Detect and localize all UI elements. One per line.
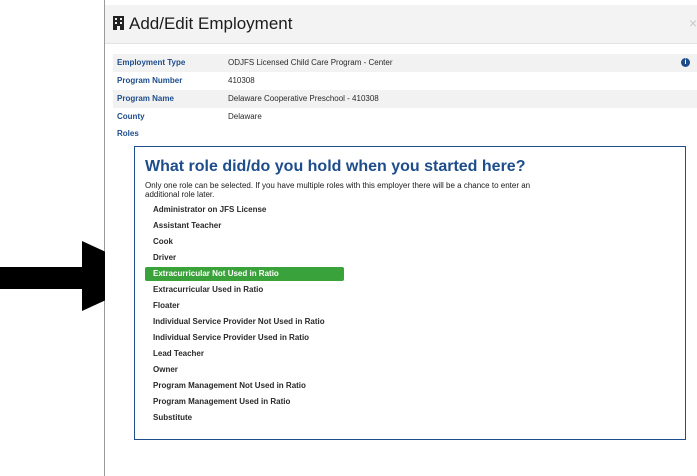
- role-option[interactable]: Substitute: [145, 411, 344, 425]
- role-option[interactable]: Program Management Not Used in Ratio: [145, 379, 344, 393]
- role-option-selected[interactable]: Extracurricular Not Used in Ratio: [145, 267, 344, 281]
- detail-label: Employment Type: [117, 58, 186, 67]
- detail-value: Delaware: [228, 112, 262, 121]
- info-icon[interactable]: i: [681, 58, 690, 67]
- role-option[interactable]: Floater: [145, 299, 344, 313]
- building-icon: [113, 16, 124, 30]
- role-option[interactable]: Driver: [145, 251, 344, 265]
- role-help-text: Only one role can be selected. If you ha…: [145, 181, 531, 199]
- detail-label: Program Number: [117, 76, 183, 85]
- close-button[interactable]: ×: [689, 15, 697, 31]
- role-option[interactable]: Assistant Teacher: [145, 219, 344, 233]
- detail-value: Delaware Cooperative Preschool - 410308: [228, 94, 379, 103]
- role-option[interactable]: Program Management Used in Ratio: [145, 395, 344, 409]
- role-question: What role did/do you hold when you start…: [145, 158, 526, 175]
- modal-title: Add/Edit Employment: [129, 14, 293, 33]
- role-selector: What role did/do you hold when you start…: [134, 146, 686, 440]
- detail-row-employment-type: Employment Type ODJFS Licensed Child Car…: [113, 54, 697, 72]
- role-option[interactable]: Owner: [145, 363, 344, 377]
- detail-row-program-number: Program Number 410308: [113, 72, 697, 90]
- detail-label: County: [117, 112, 145, 121]
- detail-row-program-name: Program Name Delaware Cooperative Presch…: [113, 90, 697, 108]
- role-option[interactable]: Individual Service Provider Not Used in …: [145, 315, 344, 329]
- role-option[interactable]: Administrator on JFS License: [145, 203, 344, 217]
- detail-label: Program Name: [117, 94, 174, 103]
- detail-value: 410308: [228, 76, 255, 85]
- role-option[interactable]: Individual Service Provider Used in Rati…: [145, 331, 344, 345]
- detail-value: ODJFS Licensed Child Care Program - Cent…: [228, 58, 393, 67]
- role-option[interactable]: Cook: [145, 235, 344, 249]
- detail-row-county: County Delaware: [113, 108, 697, 126]
- roles-label: Roles: [117, 129, 139, 138]
- employment-modal: Add/Edit Employment × Employment Type OD…: [105, 0, 697, 476]
- role-option[interactable]: Extracurricular Used in Ratio: [145, 283, 344, 297]
- modal-header: Add/Edit Employment ×: [105, 5, 697, 44]
- role-option[interactable]: Lead Teacher: [145, 347, 344, 361]
